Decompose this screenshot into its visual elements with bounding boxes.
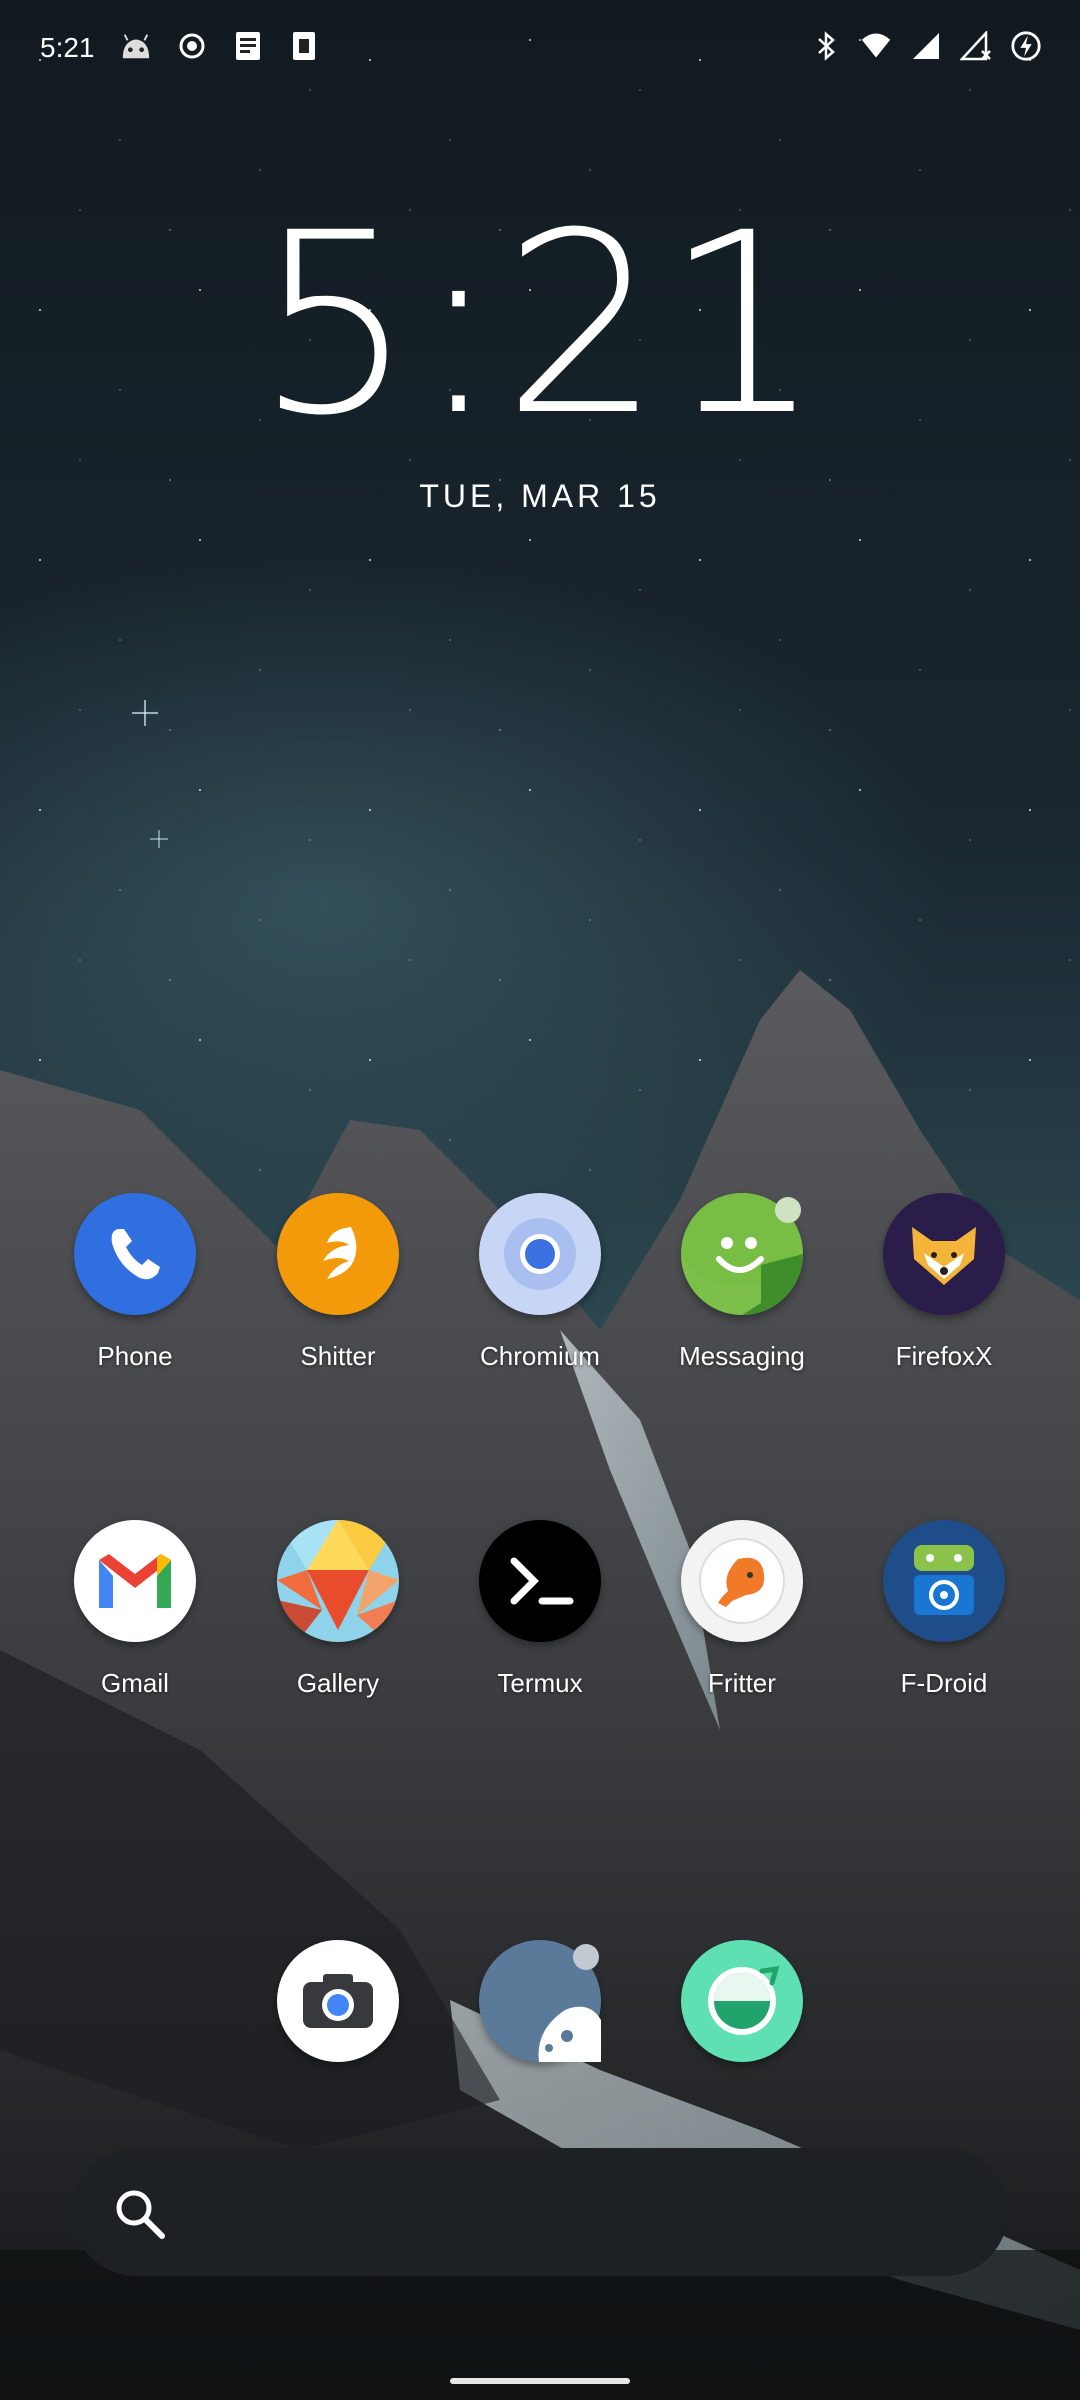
gesture-nav-handle[interactable]	[450, 2378, 630, 2384]
phone-icon	[74, 1193, 196, 1315]
sim-card-icon	[288, 30, 320, 62]
moon-app-icon	[479, 1940, 601, 2062]
app-gallery[interactable]: Gallery	[248, 1520, 428, 1699]
bright-star	[150, 830, 168, 848]
signal-no-data-icon	[960, 30, 992, 62]
messaging-smiley-icon	[681, 1193, 803, 1315]
app-fritter[interactable]: Fritter	[652, 1520, 832, 1699]
android-robot-icon	[120, 30, 152, 62]
battery-charging-icon	[1010, 30, 1042, 62]
app-chromium[interactable]: Chromium	[450, 1193, 630, 1372]
app-label: Phone	[97, 1341, 173, 1371]
search-bar[interactable]	[72, 2148, 1008, 2276]
camera-icon	[277, 1940, 399, 2062]
dock-green-app[interactable]	[652, 1940, 832, 2062]
terminal-icon	[479, 1520, 601, 1642]
dock-camera[interactable]	[248, 1940, 428, 2062]
app-label: Fritter	[708, 1668, 776, 1698]
clock-time[interactable]: 5:21	[0, 200, 1080, 450]
dock-moon-app[interactable]	[450, 1940, 630, 2062]
fdroid-robot-icon	[883, 1520, 1005, 1642]
app-label: Gallery	[296, 1668, 380, 1698]
app-shitter[interactable]: Shitter	[248, 1193, 428, 1372]
green-app-icon	[681, 1940, 803, 2062]
bird-swirl-icon	[277, 1193, 399, 1315]
signal-icon	[910, 30, 942, 62]
gmail-icon	[74, 1520, 196, 1642]
app-termux[interactable]: Termux	[450, 1520, 630, 1699]
app-label: Messaging	[679, 1341, 805, 1371]
app-label: Termux	[497, 1668, 583, 1698]
app-phone[interactable]: Phone	[45, 1193, 225, 1372]
drumstick-icon	[681, 1520, 803, 1642]
search-icon	[110, 2184, 170, 2249]
bluetooth-icon	[810, 30, 842, 62]
chromium-icon	[479, 1193, 601, 1315]
fox-icon	[883, 1193, 1005, 1315]
app-messaging[interactable]: Messaging	[652, 1193, 832, 1372]
gallery-icon	[277, 1520, 399, 1642]
app-firefoxx[interactable]: FirefoxX	[854, 1193, 1034, 1372]
app-fdroid[interactable]: F-Droid	[854, 1520, 1034, 1699]
app-label: Shitter	[300, 1341, 376, 1371]
notes-icon	[232, 30, 264, 62]
clock-date[interactable]: TUE, MAR 15	[0, 478, 1080, 515]
app-label: FirefoxX	[895, 1341, 993, 1371]
status-bar: 5:21	[0, 0, 1080, 100]
notification-dot	[775, 1197, 801, 1223]
record-icon	[176, 30, 208, 62]
app-gmail[interactable]: Gmail	[45, 1520, 225, 1699]
app-label: Gmail	[101, 1668, 169, 1698]
wifi-icon	[860, 30, 892, 62]
bright-star	[132, 700, 158, 726]
app-label: Chromium	[480, 1341, 600, 1371]
status-time: 5:21	[40, 32, 95, 63]
app-label: F-Droid	[900, 1668, 988, 1698]
notification-dot	[573, 1944, 599, 1970]
